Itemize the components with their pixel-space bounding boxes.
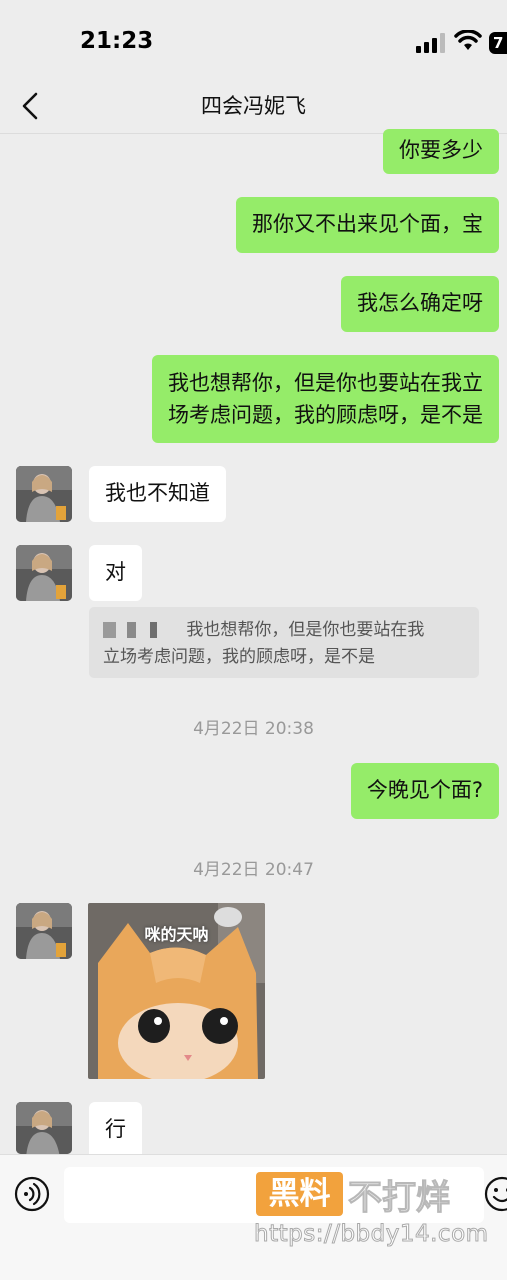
message-incoming[interactable]: 行	[89, 1102, 142, 1154]
timestamp: 4月22日 20:47	[193, 860, 314, 880]
chat-title: 四会冯妮飞	[201, 94, 306, 118]
chat-header: 四会冯妮飞	[0, 80, 507, 134]
quote-text: 立场考虑问题，我的顾虑呀，是不是	[103, 647, 375, 667]
quote-line: 我也想帮你，但是你也要站在我	[103, 617, 465, 644]
message-text: 行	[105, 1117, 126, 1141]
battery-level: 7	[493, 34, 504, 52]
signal-icon	[416, 33, 445, 53]
message-text: 今晚见个面?	[366, 778, 483, 802]
input-bar: 黑料 不打烊 https://bbdy14.com	[0, 1154, 507, 1280]
emoji-icon[interactable]	[484, 1176, 507, 1212]
avatar[interactable]	[16, 545, 72, 601]
quoted-message[interactable]: 我也想帮你，但是你也要站在我 立场考虑问题，我的顾虑呀，是不是	[89, 607, 479, 678]
avatar-photo	[16, 466, 72, 522]
voice-icon[interactable]	[14, 1176, 50, 1212]
message-incoming[interactable]: 我也不知道	[89, 466, 226, 522]
message-text-line: 场考虑问题，我的顾虑呀，是不是	[168, 403, 483, 427]
timestamp: 4月22日 20:38	[193, 719, 314, 739]
wifi-icon	[454, 30, 482, 50]
message-text: 对	[105, 560, 126, 584]
message-text: 我怎么确定呀	[357, 291, 483, 315]
status-time: 21:23	[80, 28, 154, 54]
battery-icon: 7	[489, 32, 507, 54]
message-outgoing[interactable]: 你要多少	[383, 129, 499, 174]
quote-text: 我也想帮你，但是你也要站在我	[186, 620, 425, 640]
message-text-line: 我也想帮你，但是你也要站在我立	[168, 371, 483, 395]
avatar[interactable]	[16, 903, 72, 959]
sticker-image[interactable]: 咪的天呐	[88, 903, 265, 1079]
message-text: 那你又不出来见个面，宝	[252, 212, 483, 236]
watermark-url: https://bbdy14.com	[254, 1221, 489, 1248]
watermark-badge: 黑料	[256, 1172, 343, 1216]
message-outgoing[interactable]: 我也想帮你，但是你也要站在我立 场考虑问题，我的顾虑呀，是不是	[152, 355, 499, 443]
message-outgoing[interactable]: 那你又不出来见个面，宝	[236, 197, 499, 253]
avatar-photo	[16, 903, 72, 959]
message-incoming[interactable]: 对	[89, 545, 142, 601]
avatar[interactable]	[16, 466, 72, 522]
message-text: 你要多少	[399, 138, 483, 162]
quote-sender-pixelated	[103, 622, 163, 638]
avatar-photo	[16, 1102, 72, 1154]
status-bar: 21:23 7	[0, 0, 507, 80]
message-outgoing[interactable]: 我怎么确定呀	[341, 276, 499, 332]
avatar-photo	[16, 545, 72, 601]
sticker-caption: 咪的天呐	[144, 925, 209, 944]
message-text: 我也不知道	[105, 481, 210, 505]
watermark-text: 不打烊	[348, 1178, 451, 1219]
avatar[interactable]	[16, 1102, 72, 1154]
message-outgoing[interactable]: 今晚见个面?	[350, 763, 499, 819]
